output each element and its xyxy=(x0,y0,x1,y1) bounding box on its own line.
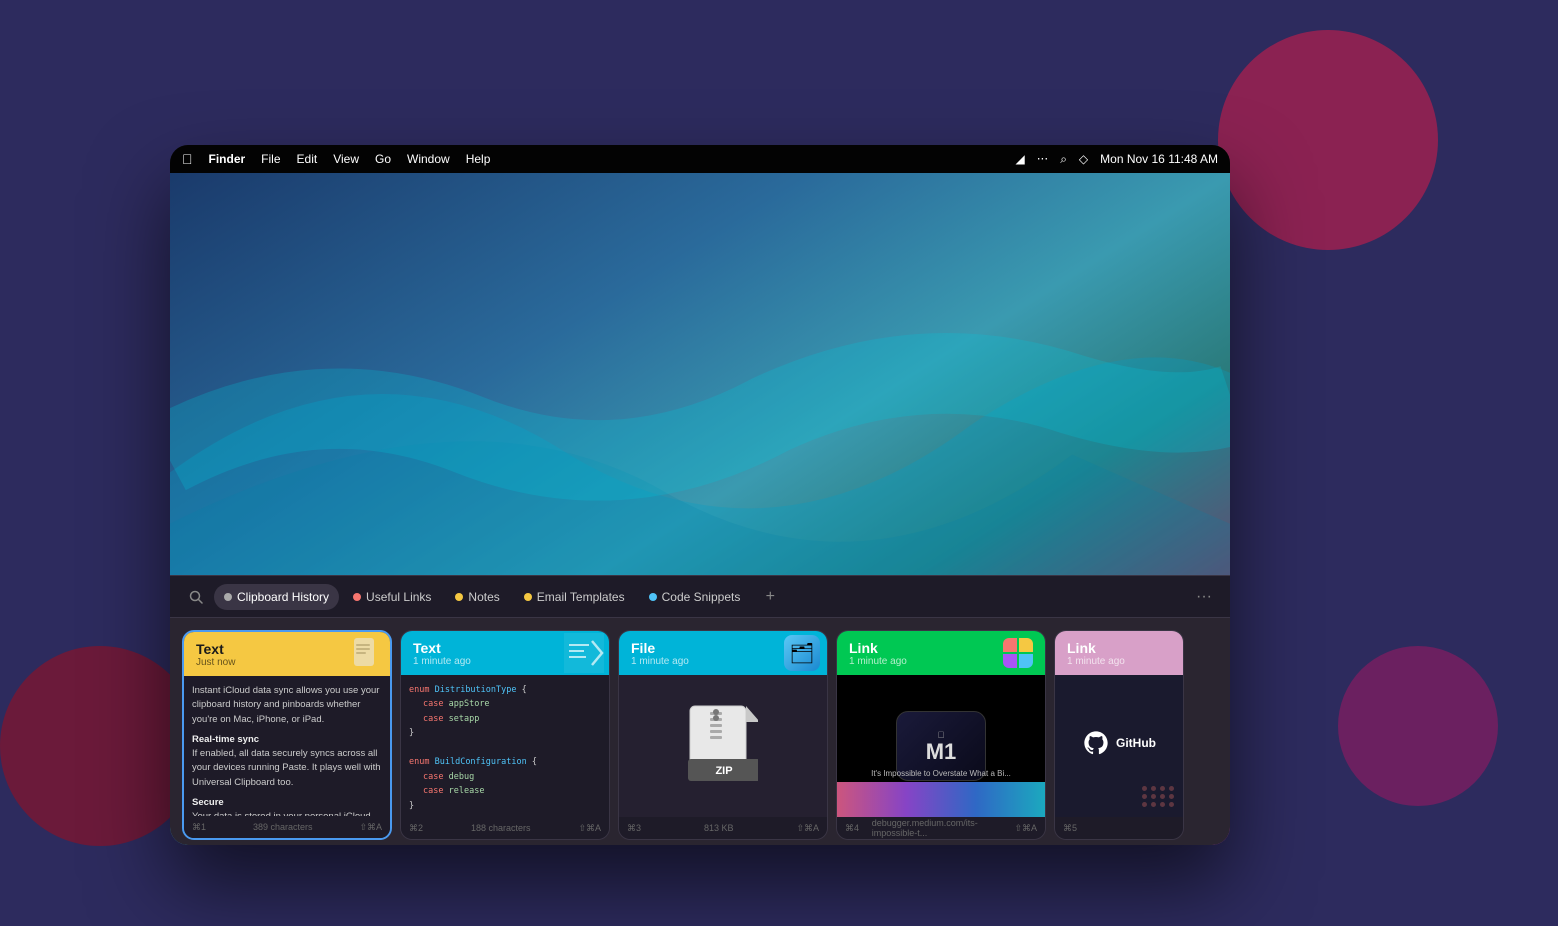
card-3-file-display: ZIP xyxy=(688,704,758,789)
card-4-copy-icon: ⇧⌘A xyxy=(1014,823,1037,834)
tab-notes[interactable]: Notes xyxy=(445,584,509,610)
bg-decoration-top-right xyxy=(1218,30,1438,250)
card-4-m1-text-area:  M1 xyxy=(926,730,957,763)
card-2-copy-icon: ⇧⌘A xyxy=(578,823,601,834)
card-3-copy-icon: ⇧⌘A xyxy=(796,823,819,834)
card-1-header: Text Just now xyxy=(184,632,390,676)
tab-code-snippets[interactable]: Code Snippets xyxy=(639,584,751,610)
card-4-title: It's Impossible to Overstate What a Bi..… xyxy=(843,769,1039,779)
card-2-header: Text 1 minute ago xyxy=(401,631,609,675)
paste-panel: Clipboard History Useful Links Notes Ema… xyxy=(170,575,1230,845)
card-4-m1-label: M1 xyxy=(926,741,957,763)
card-4-apple-icon:  xyxy=(938,730,945,740)
menu-finder[interactable]: Finder xyxy=(209,152,246,166)
card-5-title-area: Link 1 minute ago xyxy=(1067,640,1171,667)
card-1-icon xyxy=(346,632,390,676)
card-4-footer: ⌘4 debugger.medium.com/its-impossible-t.… xyxy=(837,817,1045,839)
card-3-finder-icon: 🗂 xyxy=(777,631,827,675)
card-link-github[interactable]: Link 1 minute ago GitHub xyxy=(1054,630,1184,840)
card-2-shortcut: ⌘2 xyxy=(409,823,423,834)
tab-label-notes: Notes xyxy=(468,590,499,604)
menu-file[interactable]: File xyxy=(261,152,280,166)
card-5-time: 1 minute ago xyxy=(1067,656,1171,667)
card-1-chars: 389 characters xyxy=(253,822,313,832)
card-5-dots xyxy=(1142,786,1175,807)
tab-label-useful-links: Useful Links xyxy=(366,590,431,604)
card-5-shortcut: ⌘5 xyxy=(1063,823,1077,834)
menu-go[interactable]: Go xyxy=(375,152,391,166)
search-button[interactable] xyxy=(182,583,210,611)
tab-dot-useful-links xyxy=(353,593,361,601)
card-4-shortcut: ⌘4 xyxy=(845,823,859,834)
tab-dot-email xyxy=(524,593,532,601)
card-4-gradient-bar xyxy=(837,782,1045,817)
more-options-button[interactable]: ··· xyxy=(1190,583,1218,611)
card-link-m1[interactable]: Link 1 minute ago xyxy=(836,630,1046,840)
tab-clipboard-history[interactable]: Clipboard History xyxy=(214,584,339,610)
card-2-body: enum DistributionType { case appStore ca… xyxy=(401,675,609,817)
siri-icon[interactable]: ◇ xyxy=(1079,152,1088,166)
card-1-text: Instant iCloud data sync allows you use … xyxy=(192,684,382,816)
card-1-copy-icon: ⇧⌘A xyxy=(359,822,382,833)
card-3-header: File 1 minute ago 🗂 xyxy=(619,631,827,675)
mac-frame:  Finder File Edit View Go Window Help ◢… xyxy=(170,145,1230,845)
menu-edit[interactable]: Edit xyxy=(297,152,318,166)
card-5-body: GitHub xyxy=(1055,675,1183,817)
card-3-zip-icon: ZIP xyxy=(688,704,758,789)
card-text-selected[interactable]: Text Just now xyxy=(182,630,392,840)
card-2-chars: 188 characters xyxy=(471,823,531,833)
tab-dot-notes xyxy=(455,593,463,601)
card-1-shortcut: ⌘1 xyxy=(192,822,206,833)
card-2-footer: ⌘2 188 characters ⇧⌘A xyxy=(401,817,609,839)
tab-label-clipboard: Clipboard History xyxy=(237,590,329,604)
menu-view[interactable]: View xyxy=(333,152,359,166)
card-5-footer: ⌘5 xyxy=(1055,817,1183,839)
card-5-github-label: GitHub xyxy=(1116,736,1156,750)
desktop-wallpaper: Clipboard History Useful Links Notes Ema… xyxy=(170,173,1230,845)
card-3-size: 813 KB xyxy=(704,823,734,833)
card-5-github-logo: GitHub xyxy=(1082,729,1156,757)
tab-bar: Clipboard History Useful Links Notes Ema… xyxy=(170,576,1230,618)
tab-useful-links[interactable]: Useful Links xyxy=(343,584,441,610)
menu-help[interactable]: Help xyxy=(466,152,491,166)
tab-dot-code xyxy=(649,593,657,601)
card-4-body:  M1 It's Impossible to Overstate What a… xyxy=(837,675,1045,817)
cards-area: Text Just now xyxy=(170,618,1230,845)
menu-bar:  Finder File Edit View Go Window Help ◢… xyxy=(170,145,1230,173)
card-4-header: Link 1 minute ago xyxy=(837,631,1045,675)
tab-email-templates[interactable]: Email Templates xyxy=(514,584,635,610)
card-2-code: enum DistributionType { case appStore ca… xyxy=(409,683,601,817)
card-5-header: Link 1 minute ago xyxy=(1055,631,1183,675)
card-3-body: ZIP xyxy=(619,675,827,817)
wifi-icon[interactable]: ⋅⋅⋅ xyxy=(1037,152,1048,166)
tab-label-code: Code Snippets xyxy=(662,590,741,604)
paste-menubar-icon[interactable]: ◢ xyxy=(1016,152,1025,166)
card-2-icon xyxy=(559,631,609,675)
card-5-type: Link xyxy=(1067,640,1171,656)
card-1-body: Instant iCloud data sync allows you use … xyxy=(184,676,390,816)
tab-dot-clipboard xyxy=(224,593,232,601)
menu-bar-right: ◢ ⋅⋅⋅ ⌕ ◇ Mon Nov 16 11:48 AM xyxy=(1016,152,1219,167)
card-1-footer: ⌘1 389 characters ⇧⌘A xyxy=(184,816,390,838)
search-menubar-icon[interactable]: ⌕ xyxy=(1060,152,1067,167)
card-3-shortcut: ⌘3 xyxy=(627,823,641,834)
card-4-icon-area xyxy=(991,631,1045,675)
card-4-url: debugger.medium.com/its-impossible-t... xyxy=(872,818,1002,838)
card-file[interactable]: File 1 minute ago 🗂 xyxy=(618,630,828,840)
card-code[interactable]: Text 1 minute ago xyxy=(400,630,610,840)
menu-window[interactable]: Window xyxy=(407,152,450,166)
tab-label-email: Email Templates xyxy=(537,590,625,604)
apple-logo-icon[interactable]:  xyxy=(182,151,193,167)
add-tab-button[interactable]: + xyxy=(758,585,782,609)
card-3-footer: ⌘3 813 KB ⇧⌘A xyxy=(619,817,827,839)
svg-text:ZIP: ZIP xyxy=(715,765,732,777)
bg-decoration-bottom-right xyxy=(1338,646,1498,806)
menu-bar-left:  Finder File Edit View Go Window Help xyxy=(182,151,1000,167)
datetime-display: Mon Nov 16 11:48 AM xyxy=(1100,152,1218,166)
